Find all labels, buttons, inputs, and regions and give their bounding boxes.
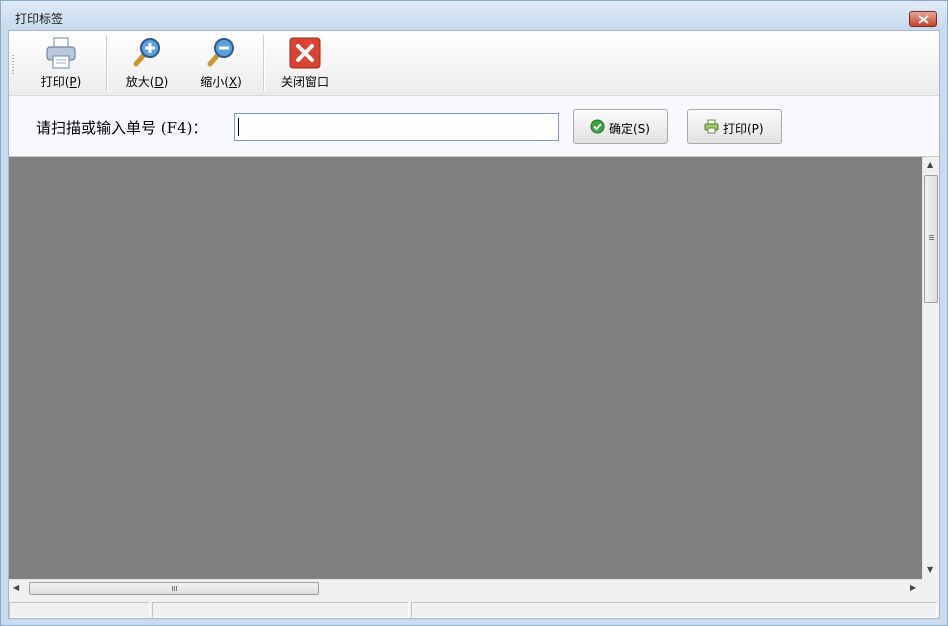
- close-window-label: 关闭窗口: [280, 75, 329, 89]
- horizontal-scrollbar[interactable]: ◀ ▶: [9, 579, 922, 596]
- print-button-label: 打印(P): [723, 122, 764, 136]
- printer-icon: [704, 119, 719, 134]
- print-label-window: 打印标签 打印(P) 放大(D) 缩小(X) 关闭窗口 请扫描或输入单号 (F4…: [0, 0, 948, 626]
- vertical-scrollbar[interactable]: ▲ ▼: [922, 157, 939, 579]
- toolbar-grip[interactable]: [12, 55, 14, 75]
- close-window-toolbar-button[interactable]: 关闭窗口: [273, 36, 337, 92]
- close-window-icon: [289, 37, 321, 69]
- print-toolbar-button[interactable]: 打印(P): [29, 36, 93, 92]
- zoom-in-label-tail: ): [163, 75, 169, 89]
- order-number-input[interactable]: [234, 113, 559, 141]
- zoom-in-label: 放大(: [125, 75, 155, 89]
- scroll-right-arrow-icon[interactable]: ▶: [910, 583, 916, 592]
- print-label-tail: ): [76, 75, 82, 89]
- status-bar: [9, 600, 939, 618]
- zoom-in-icon: [133, 38, 160, 67]
- confirm-button-label: 确定(S): [609, 122, 650, 136]
- zoom-in-toolbar-button[interactable]: 放大(D): [117, 36, 177, 92]
- scan-label: 请扫描或输入单号 (F4)：: [36, 119, 208, 137]
- status-panel: [411, 602, 937, 618]
- client-area: 打印(P) 放大(D) 缩小(X) 关闭窗口 请扫描或输入单号 (F4)： 确定…: [8, 30, 940, 619]
- scroll-up-arrow-icon[interactable]: ▲: [927, 160, 933, 169]
- toolbar-separator: [106, 35, 108, 91]
- zoom-out-icon: [207, 38, 234, 67]
- scroll-left-arrow-icon[interactable]: ◀: [13, 583, 19, 592]
- printer-icon: [46, 37, 76, 69]
- check-circle-icon: [590, 119, 605, 134]
- text-caret: [238, 118, 239, 136]
- scan-bar: 请扫描或输入单号 (F4)： 确定(S) 打印(P): [9, 96, 939, 157]
- close-icon: [918, 15, 929, 24]
- confirm-button[interactable]: 确定(S): [573, 109, 668, 144]
- vertical-scroll-thumb[interactable]: [924, 175, 938, 303]
- zoom-out-toolbar-button[interactable]: 缩小(X): [191, 36, 251, 92]
- zoom-out-hotkey: X: [228, 75, 238, 89]
- status-panel: [152, 602, 409, 618]
- horizontal-scroll-thumb[interactable]: [29, 582, 319, 595]
- scroll-corner: [922, 579, 939, 596]
- scroll-grip-icon: [929, 235, 934, 241]
- print-label: 打印(: [40, 75, 70, 89]
- window-title: 打印标签: [15, 12, 64, 26]
- toolbar-separator: [263, 35, 265, 91]
- title-bar[interactable]: 打印标签: [1, 1, 947, 30]
- label-preview-area[interactable]: [9, 157, 922, 579]
- zoom-out-label-tail: ): [237, 75, 242, 89]
- window-close-button[interactable]: [909, 11, 937, 27]
- zoom-in-hotkey: D: [154, 75, 164, 89]
- scroll-down-arrow-icon[interactable]: ▼: [927, 565, 933, 574]
- zoom-out-label: 缩小(: [200, 75, 229, 89]
- status-panel: [9, 602, 150, 618]
- print-button[interactable]: 打印(P): [687, 109, 782, 144]
- scroll-grip-icon: [172, 586, 178, 591]
- print-hotkey: P: [69, 75, 77, 89]
- toolbar: 打印(P) 放大(D) 缩小(X) 关闭窗口: [9, 31, 939, 96]
